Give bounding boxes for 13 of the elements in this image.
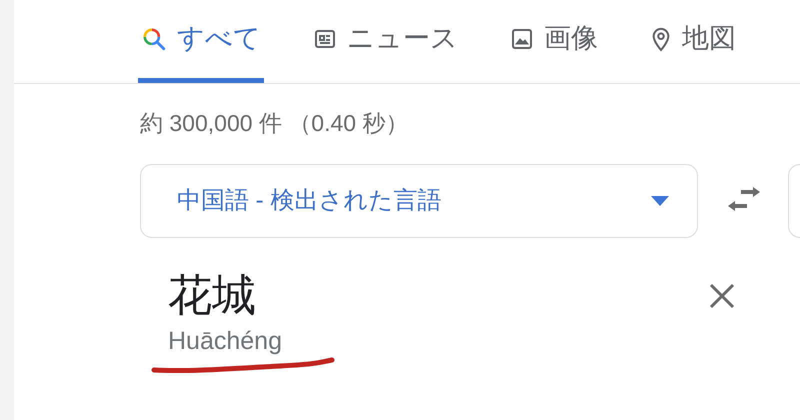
image-icon (510, 26, 534, 50)
search-icon (141, 26, 167, 52)
romanization-text: Huāchéng (168, 326, 282, 356)
search-tab[interactable]: 地図 (647, 0, 739, 83)
language-dropdown[interactable]: 中国語 - 検出された言語 (140, 164, 698, 238)
close-icon (709, 283, 735, 309)
source-text: 花城 (168, 270, 257, 322)
dropdown-caret-icon (651, 196, 669, 206)
result-stats: 約 300,000 件 （0.40 秒） (139, 109, 410, 138)
search-tab[interactable]: すべて (138, 0, 264, 83)
map-pin-icon (650, 26, 672, 52)
search-tab[interactable]: ニュース (310, 0, 461, 83)
search-tab[interactable]: 画像 (507, 0, 601, 83)
